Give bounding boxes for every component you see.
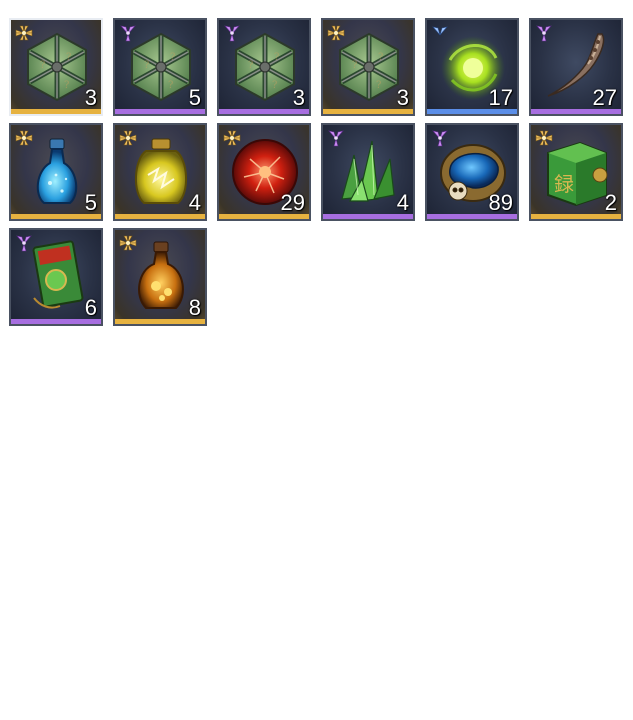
item-quantity: 3 (396, 85, 409, 110)
rarity-bar (11, 319, 101, 324)
green-armored-chest-icon: ? ? ? (20, 30, 94, 104)
inventory-slot[interactable]: 5 (9, 123, 103, 221)
amber-potion-flask-icon (124, 240, 198, 314)
item-quantity: 6 (84, 295, 97, 320)
rarity-bar (115, 214, 205, 219)
green-armored-chest-icon: ? ? ? (124, 30, 198, 104)
item-quantity: 8 (188, 295, 201, 320)
svg-text:?: ? (170, 52, 175, 63)
yellow-potion-bottle-icon (124, 135, 198, 209)
svg-text:?: ? (376, 80, 381, 91)
item-quantity: 17 (488, 85, 513, 110)
rarity-bar (11, 109, 101, 114)
svg-text:?: ? (272, 80, 277, 91)
item-quantity: 27 (592, 85, 617, 110)
inventory-slot[interactable]: 27 (529, 18, 623, 116)
rarity-bar (219, 109, 309, 114)
svg-text:?: ? (248, 60, 253, 71)
rarity-bar (323, 109, 413, 114)
rarity-bar (427, 214, 517, 219)
jade-cube-icon: 録 (540, 135, 614, 209)
svg-text:?: ? (144, 60, 149, 71)
inventory-slot[interactable]: ? ? ? 3 (217, 18, 311, 116)
svg-text:?: ? (378, 52, 383, 63)
green-armored-chest-icon: ? ? ? (332, 30, 406, 104)
rarity-bar (115, 319, 205, 324)
rarity-bar (219, 214, 309, 219)
item-quantity: 4 (396, 190, 409, 215)
inventory-slot[interactable]: ? ? ? 3 (321, 18, 415, 116)
inventory-slot[interactable]: 8 (113, 228, 207, 326)
inventory-slot[interactable]: ? ? ? 5 (113, 18, 207, 116)
item-quantity: 3 (84, 85, 97, 110)
svg-text:?: ? (352, 60, 357, 71)
item-quantity: 29 (280, 190, 305, 215)
inventory-grid: ? ? ? 3 ? ? ? 5 ? ? ? 3 ? ? ? 3 17 27 5 … (9, 18, 623, 326)
inventory-slot[interactable]: 89 (425, 123, 519, 221)
rarity-bar (427, 109, 517, 114)
green-armored-chest-icon: ? ? ? (228, 30, 302, 104)
inventory-slot[interactable]: ? ? ? 3 (9, 18, 103, 116)
svg-text:?: ? (40, 60, 45, 71)
jade-talisman-tag-icon (20, 240, 94, 314)
svg-text:?: ? (274, 52, 279, 63)
inventory-slot[interactable]: 29 (217, 123, 311, 221)
inventory-slot[interactable]: 4 (321, 123, 415, 221)
rarity-bar (115, 109, 205, 114)
svg-text:録: 録 (554, 172, 574, 196)
rarity-bar (11, 214, 101, 219)
svg-text:?: ? (64, 80, 69, 91)
green-crystal-shards-icon (332, 135, 406, 209)
item-quantity: 5 (84, 190, 97, 215)
rarity-bar (531, 109, 621, 114)
item-quantity: 4 (188, 190, 201, 215)
inventory-slot[interactable]: 6 (9, 228, 103, 326)
rarity-bar (323, 214, 413, 219)
item-quantity: 2 (604, 190, 617, 215)
blue-potion-bottle-icon (20, 135, 94, 209)
svg-text:?: ? (66, 52, 71, 63)
item-quantity: 3 (292, 85, 305, 110)
rarity-bar (531, 214, 621, 219)
item-quantity: 89 (488, 190, 513, 215)
svg-text:?: ? (168, 80, 173, 91)
item-quantity: 5 (188, 85, 201, 110)
inventory-slot[interactable]: 録 2 (529, 123, 623, 221)
inventory-slot[interactable]: 4 (113, 123, 207, 221)
inventory-slot[interactable]: 17 (425, 18, 519, 116)
